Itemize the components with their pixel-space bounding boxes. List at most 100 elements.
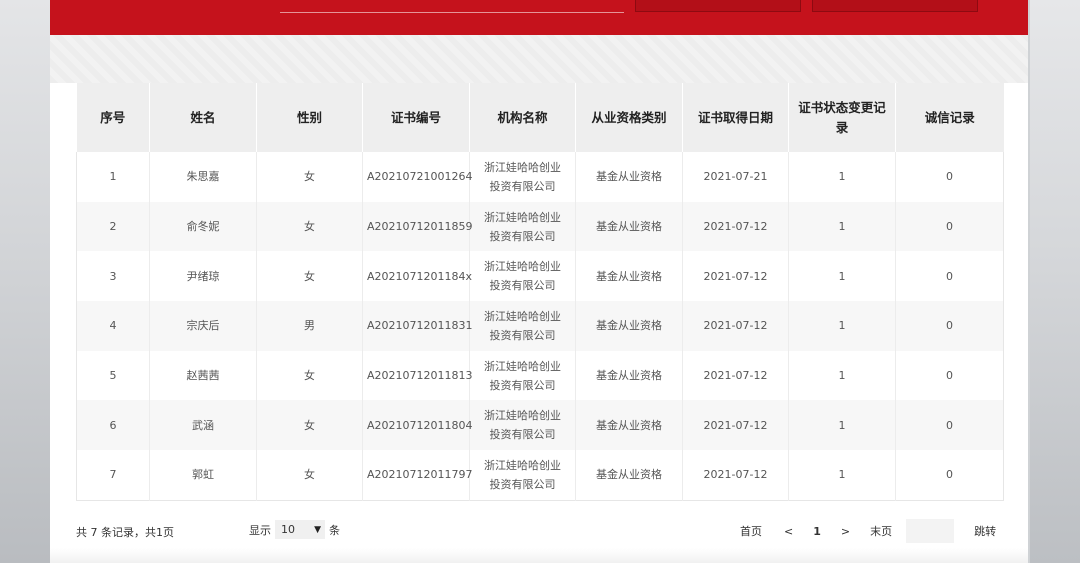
table-row: 3 尹绪琼女 A2021071201184x 浙江娃哈哈创业投资有限公司 基金从业资格 2…: [76, 251, 1004, 302]
date-cell: 2021-07-12: [682, 400, 789, 451]
show-label: 显示: [249, 523, 271, 537]
organization-cell: 浙江娃哈哈创业投资有限公司: [469, 152, 576, 202]
gender-cell: 女: [256, 400, 363, 451]
integrity-record-cell[interactable]: 0: [895, 350, 1004, 401]
integrity-record-cell[interactable]: 0: [895, 400, 1004, 451]
column-header: 证书编号: [362, 83, 470, 152]
date-cell: 2021-07-12: [682, 450, 789, 501]
column-header: 诚信记录: [895, 83, 1004, 152]
row-index: 2: [76, 201, 150, 252]
row-index: 6: [76, 400, 150, 451]
gender-cell: 女: [256, 350, 363, 401]
page-size-control: 显示 10 ▼ 条: [249, 520, 340, 539]
content-panel: 序号 姓名 性别 证书编号 机构名称 从业资格类别 证书取得日期 证书状态变更记录 诚信记录 1…: [50, 0, 1028, 563]
name-cell: 宗庆后: [149, 301, 257, 351]
qualification-cell: 基金从业资格: [575, 201, 683, 252]
current-page[interactable]: 1: [813, 525, 821, 538]
jump-button[interactable]: 跳转: [974, 523, 996, 539]
table-body: 1 朱思嘉女 A20210721001264 浙江娃哈哈创业投资有限公司 基金从业资格 2…: [76, 152, 1004, 501]
gender-cell: 女: [256, 152, 363, 202]
date-cell: 2021-07-12: [682, 201, 789, 252]
certificate-number-cell: A20210712011859: [362, 201, 473, 252]
organization-cell: 浙江娃哈哈创业投资有限公司: [469, 450, 576, 501]
search-button[interactable]: [635, 0, 801, 12]
status-change-cell[interactable]: 1: [788, 450, 896, 501]
column-header: 姓名: [149, 83, 257, 152]
certificate-number-cell: A20210712011804: [362, 400, 473, 451]
column-header: 证书取得日期: [682, 83, 789, 152]
status-change-cell[interactable]: 1: [788, 251, 896, 302]
row-index: 3: [76, 251, 150, 302]
row-index: 1: [76, 152, 150, 202]
qualification-cell: 基金从业资格: [575, 350, 683, 401]
status-change-cell[interactable]: 1: [788, 152, 896, 202]
integrity-record-cell[interactable]: 0: [895, 152, 1004, 202]
jump-page-input[interactable]: [906, 519, 955, 543]
certificate-number-cell: A20210712011831: [362, 301, 473, 351]
table-row: 4 宗庆后男 A20210712011831 浙江娃哈哈创业投资有限公司 基金从业资格 2…: [76, 301, 1004, 351]
background-right: [1030, 0, 1080, 563]
table-row: 6 武涵女 A20210712011804 浙江娃哈哈创业投资有限公司 基金从业资格 20…: [76, 400, 1004, 451]
table-header-row: 序号 姓名 性别 证书编号 机构名称 从业资格类别 证书取得日期 证书状态变更记录 诚信记录: [76, 83, 1004, 152]
certificate-table: 序号 姓名 性别 证书编号 机构名称 从业资格类别 证书取得日期 证书状态变更记录 诚信记录 1…: [76, 83, 1004, 501]
reset-button[interactable]: [812, 0, 978, 12]
name-cell: 俞冬妮: [149, 201, 257, 252]
name-cell: 赵茜茜: [149, 350, 257, 401]
date-cell: 2021-07-21: [682, 152, 789, 202]
certificate-number-cell: A20210712011813: [362, 350, 473, 401]
gender-cell: 女: [256, 201, 363, 252]
status-change-cell[interactable]: 1: [788, 350, 896, 401]
page-size-value: 10: [281, 523, 295, 536]
certificate-number-cell: A20210721001264: [362, 152, 473, 202]
table-row: 5 赵茜茜女 A20210712011813 浙江娃哈哈创业投资有限公司 基金从业资格 2…: [76, 350, 1004, 401]
bottom-shade: [50, 548, 1028, 563]
organization-cell: 浙江娃哈哈创业投资有限公司: [469, 251, 576, 302]
search-input-underline[interactable]: [280, 12, 624, 13]
gender-cell: 男: [256, 301, 363, 351]
unit-label: 条: [329, 523, 340, 537]
table-row: 2 俞冬妮女 A20210712011859 浙江娃哈哈创业投资有限公司 基金从业资格 2…: [76, 201, 1004, 252]
column-header: 证书状态变更记录: [788, 83, 896, 152]
next-page-link[interactable]: >: [841, 525, 850, 538]
date-cell: 2021-07-12: [682, 350, 789, 401]
row-index: 4: [76, 301, 150, 351]
column-header: 机构名称: [469, 83, 576, 152]
organization-cell: 浙江娃哈哈创业投资有限公司: [469, 400, 576, 451]
first-page-link[interactable]: 首页: [740, 523, 762, 539]
name-cell: 郭虹: [149, 450, 257, 501]
gender-cell: 女: [256, 251, 363, 302]
date-cell: 2021-07-12: [682, 251, 789, 302]
date-cell: 2021-07-12: [682, 301, 789, 351]
qualification-cell: 基金从业资格: [575, 400, 683, 451]
background-left: [0, 0, 50, 563]
record-summary: 共 7 条记录，共1页: [76, 526, 174, 539]
page-size-select[interactable]: 10 ▼: [275, 520, 325, 539]
status-change-cell[interactable]: 1: [788, 201, 896, 252]
decorative-strip: [50, 35, 1028, 83]
integrity-record-cell[interactable]: 0: [895, 201, 1004, 252]
column-header: 性别: [256, 83, 363, 152]
organization-cell: 浙江娃哈哈创业投资有限公司: [469, 350, 576, 401]
prev-page-link[interactable]: <: [784, 525, 793, 538]
qualification-cell: 基金从业资格: [575, 152, 683, 202]
row-index: 7: [76, 450, 150, 501]
qualification-cell: 基金从业资格: [575, 450, 683, 501]
integrity-record-cell[interactable]: 0: [895, 450, 1004, 501]
status-change-cell[interactable]: 1: [788, 301, 896, 351]
certificate-number-cell: A20210712011797: [362, 450, 473, 501]
chevron-down-icon: ▼: [314, 524, 321, 535]
certificate-number-cell: A2021071201184x: [362, 251, 472, 302]
qualification-cell: 基金从业资格: [575, 301, 683, 351]
pagination-footer: 共 7 条记录，共1页 显示 10 ▼ 条 首页 < 1 > 末页 跳转: [50, 516, 1028, 546]
name-cell: 武涵: [149, 400, 257, 451]
integrity-record-cell[interactable]: 0: [895, 301, 1004, 351]
organization-cell: 浙江娃哈哈创业投资有限公司: [469, 201, 576, 252]
status-change-cell[interactable]: 1: [788, 400, 896, 451]
search-banner: [50, 0, 1028, 35]
column-header: 序号: [76, 83, 150, 152]
row-index: 5: [76, 350, 150, 401]
last-page-link[interactable]: 末页: [870, 523, 892, 539]
column-header: 从业资格类别: [575, 83, 683, 152]
gender-cell: 女: [256, 450, 363, 501]
integrity-record-cell[interactable]: 0: [895, 251, 1004, 302]
